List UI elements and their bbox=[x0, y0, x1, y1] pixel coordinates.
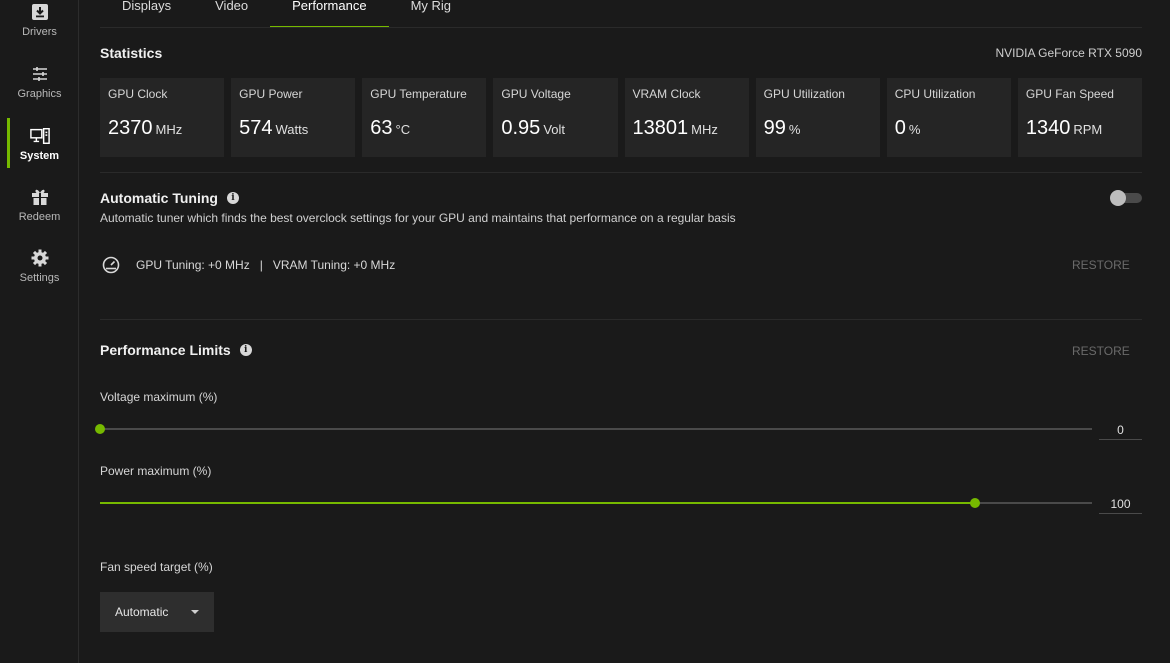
fan-speed-target-dropdown[interactable]: Automatic bbox=[100, 592, 214, 632]
sidebar-item-label: Redeem bbox=[18, 211, 61, 223]
automatic-tuning-label: Automatic Tuning bbox=[100, 190, 218, 206]
tab-bar: Displays Video Performance My Rig bbox=[100, 0, 473, 27]
sidebar-item-graphics[interactable]: Graphics bbox=[0, 64, 79, 116]
tuning-status-row: GPU Tuning: +0 MHz | VRAM Tuning: +0 MHz bbox=[102, 256, 395, 274]
power-maximum-label: Power maximum (%) bbox=[100, 464, 212, 478]
stat-unit: % bbox=[908, 122, 921, 137]
stat-label: GPU Fan Speed bbox=[1025, 87, 1114, 101]
stat-value: 13801 bbox=[632, 117, 689, 139]
stat-card-gpu-voltage: GPU Voltage 0.95 Volt bbox=[493, 78, 618, 157]
stat-unit: °C bbox=[395, 122, 411, 137]
statistics-cards: GPU Clock 2370 MHz GPU Power 574 Watts GPU… bbox=[100, 78, 1142, 157]
automatic-tuning-toggle[interactable] bbox=[1110, 190, 1142, 206]
gear-icon bbox=[30, 248, 50, 268]
info-icon[interactable]: i bbox=[226, 192, 239, 204]
voltage-maximum-label: Voltage maximum (%) bbox=[100, 390, 218, 404]
stat-label: CPU Utilization bbox=[894, 87, 976, 101]
tab-my-rig[interactable]: My Rig bbox=[389, 0, 473, 27]
sidebar-item-label: Settings bbox=[19, 272, 60, 284]
stat-value: 2370 bbox=[108, 117, 153, 139]
voltage-maximum-value[interactable]: 0 bbox=[1099, 420, 1142, 440]
stat-unit: RPM bbox=[1073, 122, 1103, 137]
power-maximum-slider[interactable] bbox=[100, 497, 1092, 509]
automatic-tuning-description: Automatic tuner which finds the best ove… bbox=[100, 211, 736, 225]
sidebar-item-drivers[interactable]: Drivers bbox=[0, 2, 79, 54]
stat-unit: MHz bbox=[155, 122, 183, 137]
stat-card-cpu-utilization: CPU Utilization 0% bbox=[886, 78, 1011, 157]
speedometer-icon bbox=[102, 256, 120, 274]
restore-limits-button[interactable]: RESTORE bbox=[1072, 344, 1130, 358]
slider-thumb[interactable] bbox=[95, 424, 105, 434]
stat-card-gpu-power: GPU Power 574 Watts bbox=[231, 78, 356, 157]
tuning-status-text: GPU Tuning: +0 MHz | VRAM Tuning: +0 MHz bbox=[136, 258, 396, 272]
stat-label: VRAM Clock bbox=[632, 87, 701, 101]
stat-card-gpu-temperature: GPU Temperature 63 °C bbox=[362, 78, 487, 157]
stat-label: GPU Temperature bbox=[370, 87, 467, 101]
stat-card-gpu-utilization: GPU Utilization 99% bbox=[755, 78, 880, 157]
stat-value: 574 bbox=[239, 117, 273, 139]
power-maximum-value[interactable]: 100 bbox=[1099, 494, 1142, 514]
sidebar-item-label: System bbox=[19, 150, 60, 162]
stat-unit: % bbox=[788, 122, 801, 137]
section-divider bbox=[100, 172, 1142, 173]
sliders-icon bbox=[30, 64, 50, 84]
stat-label: GPU Power bbox=[239, 87, 303, 101]
restore-tuning-button[interactable]: RESTORE bbox=[1072, 258, 1130, 272]
gpu-name: NVIDIA GeForce RTX 5090 bbox=[995, 46, 1142, 60]
slider-track bbox=[100, 428, 1092, 430]
info-icon[interactable]: i bbox=[239, 344, 252, 356]
sidebar: Drivers Graphics System Redeem Settings bbox=[0, 0, 79, 663]
stat-card-gpu-clock: GPU Clock 2370 MHz bbox=[100, 78, 225, 157]
stat-unit: Volt bbox=[543, 122, 565, 137]
automatic-tuning-title: Automatic Tuning i bbox=[100, 190, 239, 206]
chevron-down-icon bbox=[191, 610, 199, 614]
section-divider bbox=[100, 319, 1142, 320]
slider-fill bbox=[100, 502, 975, 504]
voltage-maximum-slider[interactable] bbox=[95, 423, 1092, 435]
performance-limits-label: Performance Limits bbox=[100, 342, 231, 358]
stat-label: GPU Voltage bbox=[501, 87, 571, 101]
tab-displays[interactable]: Displays bbox=[100, 0, 193, 27]
slider-thumb[interactable] bbox=[969, 498, 980, 508]
sidebar-item-label: Drivers bbox=[22, 26, 57, 38]
sidebar-item-label: Graphics bbox=[17, 88, 62, 100]
stat-label: GPU Utilization bbox=[763, 87, 845, 101]
toggle-knob bbox=[1110, 190, 1126, 206]
sidebar-item-redeem[interactable]: Redeem bbox=[0, 187, 79, 239]
sidebar-item-system[interactable]: System bbox=[0, 126, 79, 178]
stat-value: 1340 bbox=[1025, 117, 1071, 139]
tabs-divider bbox=[100, 27, 1142, 28]
performance-limits-title: Performance Limits i bbox=[100, 342, 252, 358]
stat-value: 99 bbox=[763, 117, 786, 139]
fan-speed-target-label: Fan speed target (%) bbox=[100, 560, 213, 574]
gift-icon bbox=[30, 187, 50, 207]
stat-card-vram-clock: VRAM Clock 13801 MHz bbox=[624, 78, 749, 157]
download-icon bbox=[30, 2, 50, 22]
stat-value: 0.95 bbox=[501, 117, 541, 139]
sidebar-item-settings[interactable]: Settings bbox=[0, 248, 79, 300]
statistics-title: Statistics bbox=[100, 45, 163, 61]
stat-unit: MHz bbox=[691, 122, 718, 137]
dropdown-selected-value: Automatic bbox=[115, 605, 169, 619]
stat-unit: Watts bbox=[275, 122, 309, 137]
stat-label: GPU Clock bbox=[108, 87, 168, 101]
tab-video[interactable]: Video bbox=[193, 0, 270, 27]
stat-value: 0 bbox=[894, 117, 906, 139]
stat-value: 63 bbox=[370, 117, 393, 139]
tab-performance[interactable]: Performance bbox=[270, 0, 389, 27]
system-icon bbox=[29, 126, 50, 146]
stat-card-gpu-fan-speed: GPU Fan Speed 1340 RPM bbox=[1017, 78, 1142, 157]
